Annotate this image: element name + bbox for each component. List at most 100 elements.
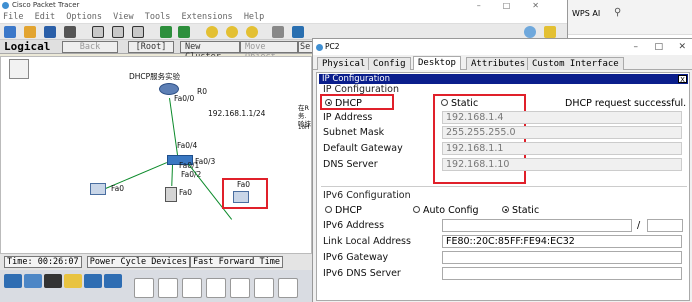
root-button[interactable]: [Root] [128, 41, 174, 53]
zoom-out-icon[interactable] [246, 26, 258, 38]
tab-desktop[interactable]: Desktop [413, 56, 461, 70]
tab-physical[interactable]: Physical [317, 57, 371, 70]
move-object-button[interactable]: Move Object [240, 41, 298, 62]
subnet-mask-label: Subnet Mask [323, 127, 385, 138]
packet-tracer-icon [2, 2, 9, 9]
print-icon[interactable] [64, 26, 76, 38]
pc2-icon[interactable] [233, 191, 249, 203]
zoom-in-icon[interactable] [206, 26, 218, 38]
menu-bar: File Edit Options View Tools Extensions … [0, 11, 567, 23]
ipv6-auto-config-label: Auto Config [423, 205, 479, 216]
wps-ai-label[interactable]: WPS AI [572, 9, 600, 18]
menu-help[interactable]: Help [244, 12, 264, 22]
switch-port-fa03: Fa0/3 [195, 157, 216, 166]
ip-address-field[interactable]: 192.168.1.4 [442, 111, 682, 124]
help-icon[interactable] [544, 26, 556, 38]
pc0-icon[interactable] [90, 183, 106, 195]
ipv6-static-radio[interactable]: Static [502, 205, 539, 216]
straight-cable-icon[interactable] [182, 278, 202, 298]
custom-device-icon[interactable] [292, 26, 304, 38]
ipv6-gateway-field[interactable] [442, 251, 682, 264]
misc-icon[interactable] [84, 274, 102, 288]
save-icon[interactable] [44, 26, 56, 38]
menu-view[interactable]: View [113, 12, 133, 22]
topology-title: DHCP服务实验 [129, 72, 181, 81]
menu-edit[interactable]: Edit [35, 12, 55, 22]
dns-server-label: DNS Server [323, 159, 378, 170]
cluster-navigator-icon[interactable] [9, 59, 29, 79]
console-cable-icon[interactable] [158, 278, 178, 298]
simulation-status-bar: Time: 00:26:07 Power Cycle Devices Fast F… [0, 254, 312, 270]
redo-icon[interactable] [178, 26, 190, 38]
end-devices-icon[interactable] [24, 274, 42, 288]
subnet-mask-field[interactable]: 255.255.255.0 [442, 126, 682, 139]
fiber-cable-icon[interactable] [230, 278, 250, 298]
ipv6-auto-config-radio[interactable]: Auto Config [413, 205, 479, 216]
pc2-titlebar: PC2 – □ ✕ [313, 39, 692, 55]
new-cluster-button[interactable]: New Cluster [180, 41, 240, 62]
crossover-cable-icon[interactable] [206, 278, 226, 298]
pc1-icon[interactable] [165, 187, 177, 202]
open-folder-icon[interactable] [24, 26, 36, 38]
multiuser-icon[interactable] [104, 274, 122, 288]
link-local-label: Link Local Address [323, 236, 411, 247]
default-gateway-field[interactable]: 192.168.1.1 [442, 142, 682, 155]
info-icon[interactable] [524, 26, 536, 38]
phone-cable-icon[interactable] [254, 278, 274, 298]
ipv6-prefix-field[interactable] [647, 219, 683, 232]
pc0-port-label: Fa0 [111, 184, 124, 193]
window-controls[interactable]: –□✕ [477, 0, 561, 11]
switch-uplink-port: Fa0/4 [177, 141, 198, 150]
ip-configuration-header-title: IP Configuration [322, 74, 390, 84]
paste-icon[interactable] [132, 26, 144, 38]
drawing-palette-icon[interactable] [272, 26, 284, 38]
components-icon[interactable] [44, 274, 62, 288]
minimize-icon[interactable]: – [634, 39, 639, 55]
ipv6-gateway-label: IPv6 Gateway [323, 252, 389, 263]
auto-connection-icon[interactable] [134, 278, 154, 298]
pc2-port-label: Fa0 [237, 180, 250, 189]
default-gateway-label: Default Gateway [323, 143, 403, 154]
tab-custom-interface[interactable]: Custom Interface [527, 57, 624, 70]
topology-canvas[interactable]: DHCP服务实验 R0 Fa0/0 192.168.1.1/24 Fa0/4 F… [0, 56, 312, 260]
dhcp-status-text: DHCP request successful. [565, 98, 687, 109]
search-icon[interactable]: ⚲ [614, 7, 621, 18]
power-cycle-button[interactable]: Power Cycle Devices [86, 256, 191, 268]
close-icon[interactable]: ✕ [678, 39, 686, 55]
ip-address-label: IP Address [323, 112, 373, 123]
maximize-icon[interactable]: □ [654, 39, 663, 55]
serial-cable-icon[interactable] [278, 278, 298, 298]
menu-tools[interactable]: Tools [145, 12, 171, 22]
ipv6-dhcp-radio[interactable]: DHCP [325, 205, 362, 216]
tab-attributes[interactable]: Attributes [466, 57, 531, 70]
fast-forward-button[interactable]: Fast Forward Time [190, 256, 284, 268]
menu-extensions[interactable]: Extensions [182, 12, 233, 22]
pc1-port-label: Fa0 [179, 188, 192, 197]
activity-wizard-icon[interactable] [92, 26, 104, 38]
connections-icon[interactable] [64, 274, 82, 288]
back-button[interactable]: Back [62, 41, 118, 53]
ipv6-prefix-separator: / [637, 220, 641, 231]
time-display: Time: 00:26:07 [4, 256, 82, 268]
dns-server-field[interactable]: 192.168.1.10 [442, 158, 682, 171]
dhcp-highlight-box [320, 94, 394, 110]
menu-file[interactable]: File [3, 12, 23, 22]
network-devices-icon[interactable] [4, 274, 22, 288]
menu-options[interactable]: Options [66, 12, 102, 22]
ipv6-address-field[interactable] [442, 219, 632, 232]
ipv6-dns-label: IPv6 DNS Server [323, 268, 401, 279]
zoom-reset-icon[interactable] [226, 26, 238, 38]
undo-icon[interactable] [160, 26, 172, 38]
ip-configuration-header: IP Configuration X [319, 74, 688, 84]
router-port-label: Fa0/0 [174, 94, 195, 103]
tab-config[interactable]: Config [368, 57, 411, 70]
main-window-title: Cisco Packet Tracer [12, 1, 80, 9]
new-file-icon[interactable] [4, 26, 16, 38]
ipv6-dns-field[interactable] [442, 267, 682, 280]
copy-icon[interactable] [112, 26, 124, 38]
ipv6-static-label: Static [512, 205, 540, 216]
ip-config-close-icon[interactable]: X [678, 75, 687, 84]
side-note-line-4: 10H [298, 125, 310, 131]
link-local-field[interactable]: FE80::20C:85FF:FE94:EC32 [442, 235, 682, 248]
wps-taskbar-strip: WPS AI ⚲ [568, 0, 692, 35]
